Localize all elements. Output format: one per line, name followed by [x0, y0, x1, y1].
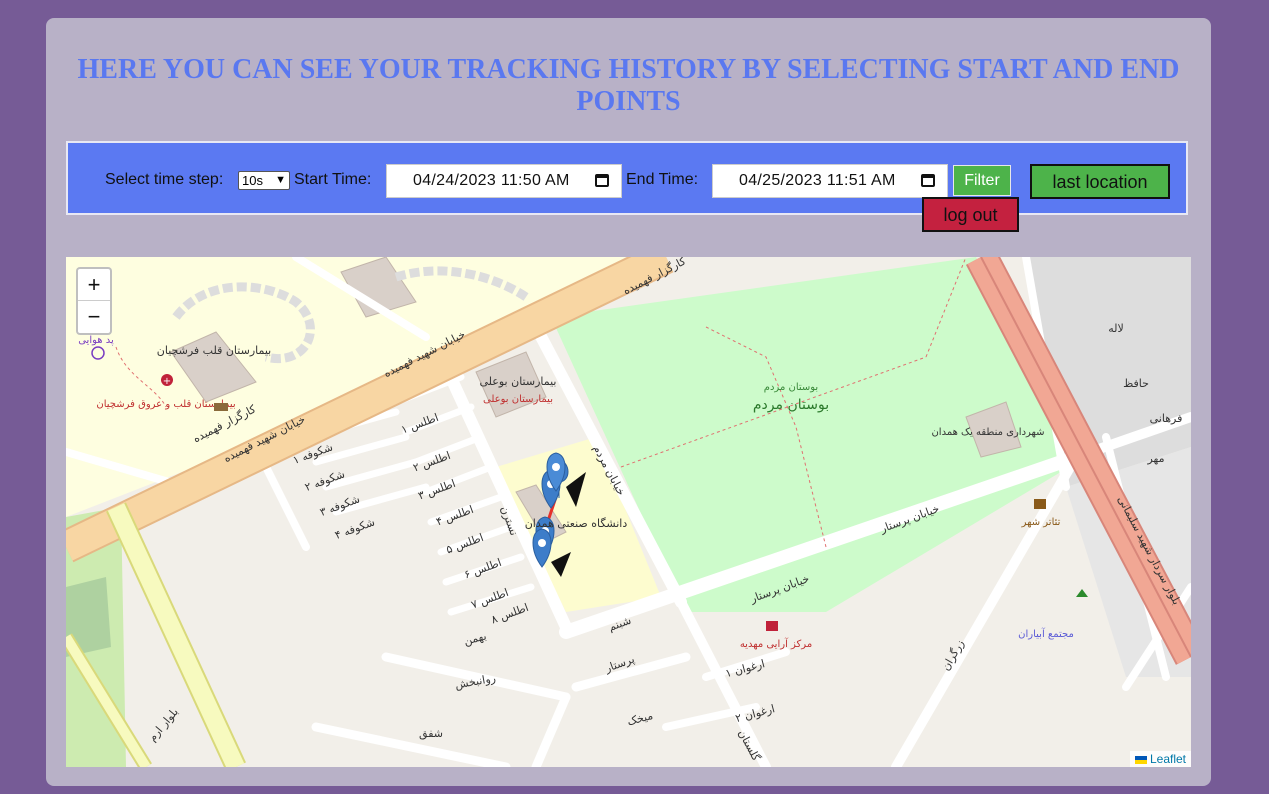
time-step-select[interactable]: 10s ▼ [238, 171, 290, 190]
end-time-label: End Time: [626, 171, 699, 188]
end-time-input[interactable]: 04/25/2023 11:51 AM [712, 164, 948, 198]
shop-icon [766, 621, 778, 631]
map-attribution: Leaflet [1129, 751, 1191, 767]
calendar-icon[interactable] [595, 174, 609, 187]
zoom-control: + − [76, 267, 112, 335]
svg-text:لاله: لاله [1108, 322, 1124, 335]
calendar-icon[interactable] [921, 174, 935, 187]
logout-button[interactable]: log out [922, 197, 1019, 232]
svg-text:بوستان مردم: بوستان مردم [764, 382, 818, 393]
cinema-icon [214, 403, 228, 411]
time-step-label: Select time step: [105, 171, 224, 188]
svg-text:حافظ: حافظ [1123, 377, 1149, 390]
page-title: HERE YOU CAN SEE YOUR TRACKING HISTORY B… [77, 54, 1180, 117]
filter-button[interactable]: Filter [953, 165, 1011, 196]
filter-bar: Select time step: 10s ▼ Start Time: 04/2… [66, 141, 1188, 215]
svg-text:بیمارستان بوعلی: بیمارستان بوعلی [480, 375, 557, 388]
svg-text:شهرداری منطقه یک همدان: شهرداری منطقه یک همدان [931, 427, 1044, 438]
start-time-input[interactable]: 04/24/2023 11:50 AM [386, 164, 622, 198]
svg-text:+: + [163, 376, 171, 387]
svg-text:تئاتر شهر: تئاتر شهر [1021, 517, 1061, 528]
main-card: HERE YOU CAN SEE YOUR TRACKING HISTORY B… [46, 18, 1211, 786]
leaflet-link[interactable]: Leaflet [1150, 752, 1186, 766]
svg-text:مرکز آرایی مهدیه: مرکز آرایی مهدیه [740, 637, 812, 650]
svg-text:فرهانی: فرهانی [1150, 412, 1183, 425]
start-time-value: 04/24/2023 11:50 AM [413, 172, 570, 189]
svg-text:مهر: مهر [1146, 452, 1164, 465]
svg-text:دانشگاه صنعتی همدان: دانشگاه صنعتی همدان [525, 517, 628, 530]
svg-text:بوستان مردم: بوستان مردم [753, 397, 829, 413]
zoom-in-button[interactable]: + [78, 269, 110, 301]
time-step-value: 10s [242, 173, 263, 188]
last-location-button[interactable]: last location [1030, 164, 1170, 199]
zoom-out-button[interactable]: − [78, 301, 110, 332]
end-time-value: 04/25/2023 11:51 AM [739, 172, 896, 189]
theatre-icon [1034, 499, 1046, 509]
ukraine-flag-icon [1134, 755, 1147, 764]
map[interactable]: بیمارستان قلب فرشچیان بیمارستان قلب و عر… [66, 257, 1191, 767]
svg-text:بیمارستان بوعلی: بیمارستان بوعلی [483, 394, 553, 405]
chevron-down-icon: ▼ [275, 174, 286, 186]
start-time-label: Start Time: [294, 171, 372, 188]
map-tiles: بیمارستان قلب فرشچیان بیمارستان قلب و عر… [66, 257, 1191, 767]
svg-text:شفق: شفق [419, 727, 443, 741]
svg-text:بیمارستان قلب فرشچیان: بیمارستان قلب فرشچیان [157, 344, 271, 357]
svg-text:مجتمع آبیاران: مجتمع آبیاران [1018, 627, 1074, 640]
svg-text:پد هوایی: پد هوایی [78, 335, 114, 346]
